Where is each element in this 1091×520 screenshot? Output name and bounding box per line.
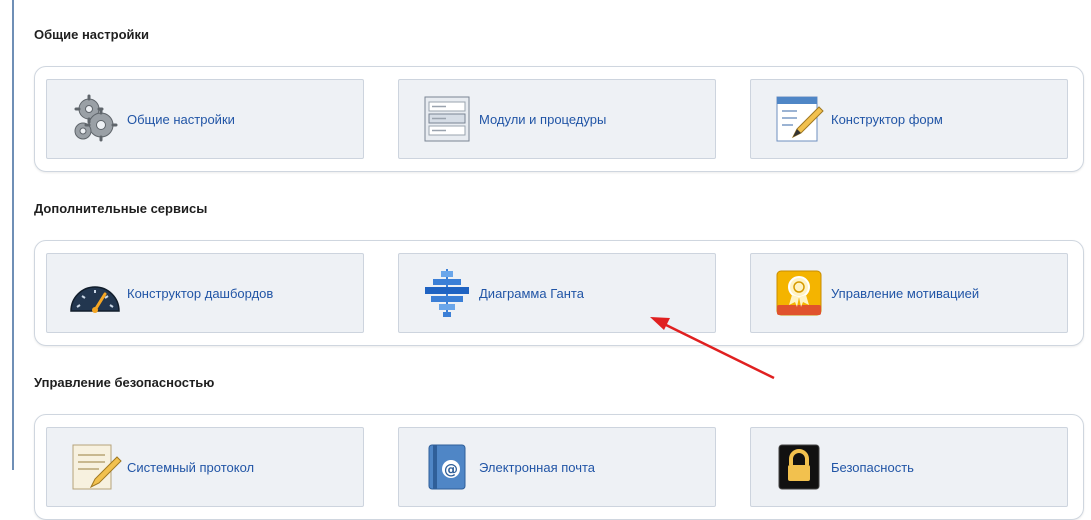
annotation-arrow [650,317,775,380]
